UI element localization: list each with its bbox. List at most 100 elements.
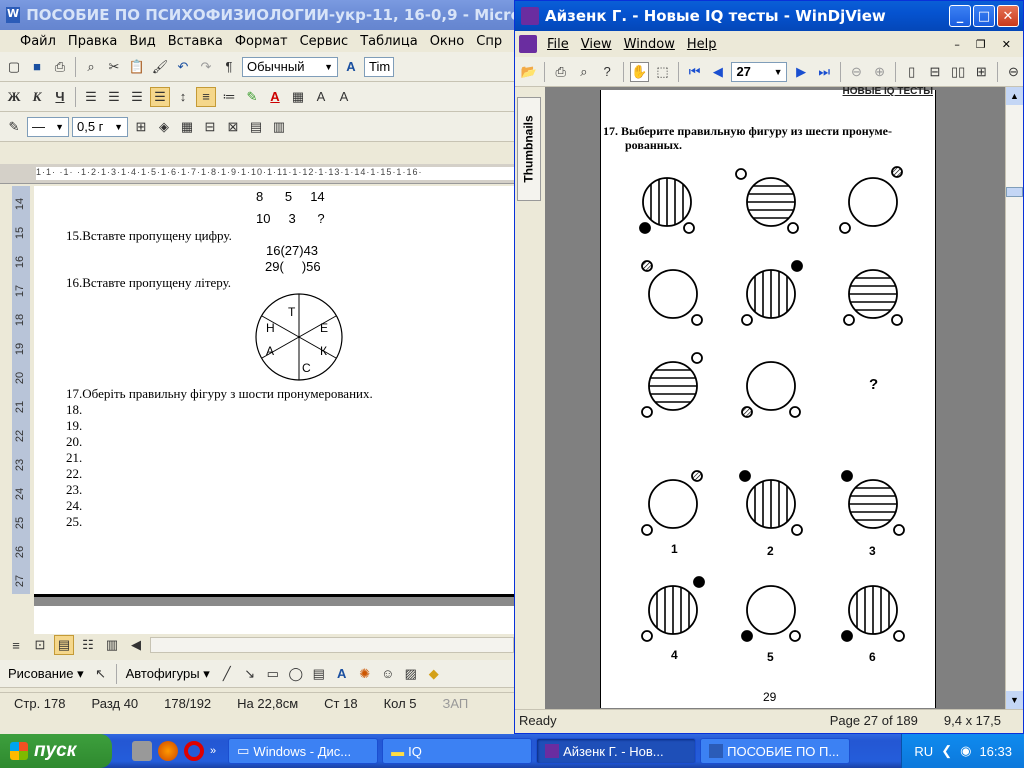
vertical-scrollbar[interactable]: ▲ ▼ <box>1005 87 1023 709</box>
djview-menu-view[interactable]: View <box>575 37 618 52</box>
quicklaunch-explorer-icon[interactable] <box>132 741 152 761</box>
textbox-icon[interactable]: ▤ <box>309 664 329 684</box>
borders-icon[interactable]: ▦ <box>288 87 308 107</box>
task-windows[interactable]: ▭ Windows - Дис... <box>228 738 379 764</box>
start-button[interactable]: пуск <box>0 734 112 768</box>
paste-icon[interactable]: 📋 <box>127 57 147 77</box>
borders-grid-icon[interactable]: ⊞ <box>131 117 151 137</box>
print-view-icon[interactable]: ▤ <box>54 635 74 655</box>
format-painter-icon[interactable]: 🖌 <box>150 57 170 77</box>
paragraph-marks-icon[interactable]: ¶ <box>219 57 239 77</box>
horizontal-ruler[interactable]: 1·1· ·1· ·1·2·1·3·1·4·1·5·1·6·1·7·1·8·1·… <box>0 164 514 184</box>
line-style-combo[interactable]: — ▼ <box>27 116 69 137</box>
print-icon[interactable]: ⎙ <box>50 57 70 77</box>
continuous-facing-icon[interactable]: ⊞ <box>972 62 991 82</box>
clipart-icon[interactable]: ☺ <box>378 664 398 684</box>
select-arrow-icon[interactable]: ↖ <box>91 664 111 684</box>
hand-tool-icon[interactable]: ✋ <box>629 61 649 82</box>
zoom-out-icon[interactable]: ⊖ <box>1004 62 1023 82</box>
font-color-icon[interactable]: A <box>265 87 285 107</box>
bold-icon[interactable]: Ж <box>4 87 24 107</box>
find-icon[interactable]: ⌕ <box>81 57 101 77</box>
print-icon[interactable]: ⎙ <box>551 62 570 82</box>
rectangle-tool-icon[interactable]: ▭ <box>263 664 283 684</box>
bullets-icon[interactable]: ≔ <box>219 87 239 107</box>
style-combo[interactable]: Обычный ▼ <box>242 56 338 77</box>
outline-view-icon[interactable]: ☷ <box>78 635 98 655</box>
scroll-left-icon[interactable]: ◀ <box>126 635 146 655</box>
word-titlebar[interactable]: W ПОСОБИЕ ПО ПСИХОФИЗИОЛОГИИ-укр-11, 16-… <box>0 0 514 30</box>
oval-tool-icon[interactable]: ◯ <box>286 664 306 684</box>
last-page-icon[interactable]: ⏭ <box>815 62 834 82</box>
autoshapes-menu[interactable]: Автофигуры ▾ <box>122 666 214 682</box>
word-menu-table[interactable]: Таблица <box>354 34 424 49</box>
word-menu-insert[interactable]: Вставка <box>162 34 229 49</box>
back-icon[interactable]: ⊖ <box>847 62 866 82</box>
underline-icon[interactable]: Ч <box>50 87 70 107</box>
next-page-icon[interactable]: ▶ <box>791 62 810 82</box>
page-number-combo[interactable]: 27 ▼ <box>731 61 788 82</box>
doc-minimize-icon[interactable]: – <box>948 38 966 51</box>
find-icon[interactable]: ⌕ <box>574 62 593 82</box>
document-page[interactable]: 8 5 14 10 3 ? 15.Вставте пропущену цифру… <box>34 186 514 594</box>
djview-menu-window[interactable]: Window <box>618 37 681 52</box>
diagram-icon[interactable]: ✺ <box>355 664 375 684</box>
help-icon[interactable]: ? <box>598 62 617 82</box>
tray-expand-icon[interactable]: ❮ <box>941 743 952 759</box>
vertical-ruler[interactable]: 14 15 16 17 18 19 20 21 22 23 24 25 26 27 <box>12 186 30 594</box>
font-combo[interactable]: Tim <box>364 56 394 77</box>
justify-icon[interactable]: ☰ <box>150 86 170 107</box>
distribute-icon[interactable]: ▥ <box>269 117 289 137</box>
word-menu-help[interactable]: Спр <box>470 34 508 49</box>
word-menu-window[interactable]: Окно <box>424 34 471 49</box>
horizontal-scrollbar[interactable] <box>150 637 514 653</box>
facing-pages-icon[interactable]: ▯▯ <box>949 62 968 82</box>
undo-icon[interactable]: ↶ <box>173 57 193 77</box>
align-center-icon[interactable]: ☰ <box>104 87 124 107</box>
word-menu-file[interactable]: Файл <box>14 34 62 49</box>
zoom-rect-icon[interactable]: ⬚ <box>653 62 672 82</box>
split-cells-icon[interactable]: ⊠ <box>223 117 243 137</box>
quicklaunch-more-icon[interactable]: » <box>210 745 216 757</box>
font-color-a-icon[interactable]: A <box>341 57 361 77</box>
merge-cells-icon[interactable]: ⊟ <box>200 117 220 137</box>
word-menu-format[interactable]: Формат <box>229 34 294 49</box>
forward-icon[interactable]: ⊕ <box>870 62 889 82</box>
task-djview[interactable]: Айзенк Г. - Нов... <box>536 738 697 764</box>
word-menu-view[interactable]: Вид <box>123 34 161 49</box>
volume-icon[interactable]: ◉ <box>960 743 971 759</box>
insert-table-icon[interactable]: ▦ <box>177 117 197 137</box>
scroll-up-icon[interactable]: ▲ <box>1006 87 1023 105</box>
drawing-menu[interactable]: Рисование ▾ <box>4 666 88 682</box>
close-button[interactable]: ✕ <box>997 5 1019 27</box>
doc-close-icon[interactable]: ✕ <box>996 38 1017 51</box>
grow-font-icon[interactable]: A <box>311 87 331 107</box>
word-menu-edit[interactable]: Правка <box>62 34 123 49</box>
doc-restore-icon[interactable]: ❐ <box>970 38 992 51</box>
reading-view-icon[interactable]: ▥ <box>102 635 122 655</box>
line-spacing-icon[interactable]: ↕ <box>173 87 193 107</box>
clock[interactable]: 16:33 <box>979 744 1012 759</box>
djview-menu-file[interactable]: File <box>541 37 575 52</box>
quicklaunch-firefox-icon[interactable] <box>158 741 178 761</box>
minimize-button[interactable]: _ <box>949 5 971 27</box>
quicklaunch-opera-icon[interactable] <box>184 741 204 761</box>
align-right-icon[interactable]: ☰ <box>127 87 147 107</box>
arrow-tool-icon[interactable]: ↘ <box>240 664 260 684</box>
save-icon[interactable]: ■ <box>27 57 47 77</box>
align-left-icon[interactable]: ☰ <box>81 87 101 107</box>
shading-icon[interactable]: ◈ <box>154 117 174 137</box>
word-menu-tools[interactable]: Сервис <box>294 34 355 49</box>
continuous-icon[interactable]: ⊟ <box>925 62 944 82</box>
wordart-icon[interactable]: A <box>332 664 352 684</box>
cut-icon[interactable]: ✂ <box>104 57 124 77</box>
align-cells-icon[interactable]: ▤ <box>246 117 266 137</box>
language-indicator[interactable]: RU <box>914 744 933 759</box>
task-iq-folder[interactable]: ▬ IQ <box>382 738 533 764</box>
normal-view-icon[interactable]: ≡ <box>6 635 26 655</box>
new-document-icon[interactable]: ▢ <box>4 57 24 77</box>
italic-icon[interactable]: К <box>27 87 47 107</box>
shrink-font-icon[interactable]: A <box>334 87 354 107</box>
maximize-button[interactable]: □ <box>973 5 995 27</box>
first-page-icon[interactable]: ⏮ <box>685 62 704 82</box>
